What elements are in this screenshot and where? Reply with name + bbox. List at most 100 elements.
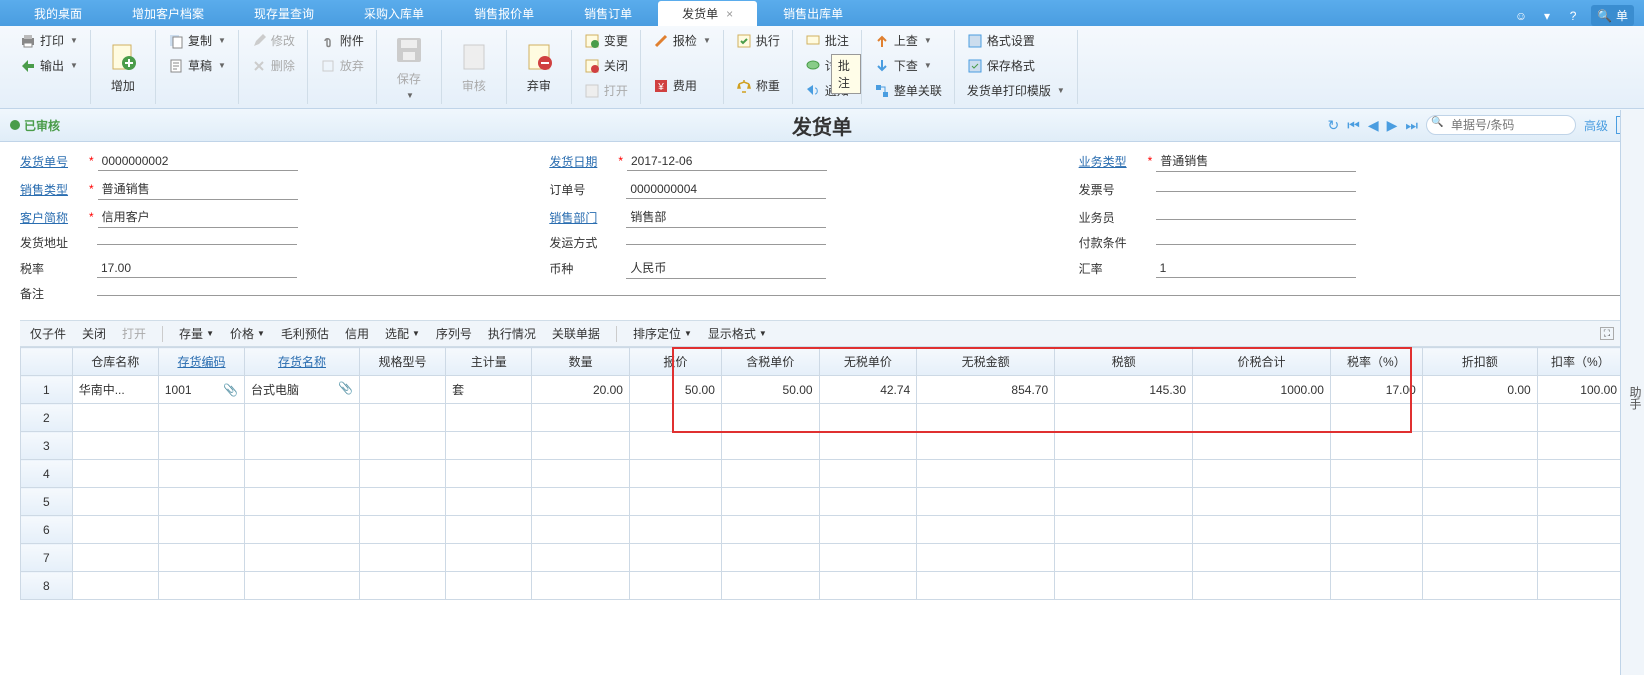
paperclip-icon[interactable]: 📎 xyxy=(338,381,353,395)
export-button[interactable]: 输出▼ xyxy=(16,55,82,76)
expand-icon[interactable]: ⛶ xyxy=(1600,327,1614,340)
cell-taxrate[interactable]: 17.00 xyxy=(1330,376,1422,404)
cell-tax[interactable]: 145.30 xyxy=(1055,376,1193,404)
close-icon[interactable]: × xyxy=(726,7,733,21)
link-bill-button[interactable]: 整单关联 xyxy=(870,80,946,101)
copy-button[interactable]: 复制▼ xyxy=(164,30,230,51)
col-taxprice[interactable]: 含税单价 xyxy=(721,348,819,376)
side-assistant-panel[interactable]: 助手 xyxy=(1620,110,1644,675)
col-spec[interactable]: 规格型号 xyxy=(359,348,445,376)
cell-spec[interactable] xyxy=(359,376,445,404)
execute-button[interactable]: 执行 xyxy=(732,30,784,51)
format-button[interactable]: 格式设置 xyxy=(963,30,1069,51)
tab-sale-order[interactable]: 销售订单 xyxy=(560,1,656,26)
inspect-button[interactable]: 报检▼ xyxy=(649,30,715,51)
orderno-field[interactable]: 0000000004 xyxy=(626,180,826,199)
tab-sale-quote[interactable]: 销售报价单 xyxy=(450,1,558,26)
col-taxrate[interactable]: 税率（%） xyxy=(1330,348,1422,376)
refresh-icon[interactable]: ↻ xyxy=(1327,117,1339,134)
change-button[interactable]: 变更 xyxy=(580,30,632,51)
smiley-icon[interactable]: ☺ xyxy=(1513,8,1529,24)
nav-search[interactable] xyxy=(1426,115,1576,135)
chevron-down-icon[interactable]: ▾ xyxy=(1539,8,1555,24)
note-button[interactable]: 批注 xyxy=(801,30,853,51)
add-button[interactable]: 增加 xyxy=(99,37,147,98)
col-discount[interactable]: 折扣额 xyxy=(1422,348,1537,376)
col-name[interactable]: 存货名称 xyxy=(245,348,360,376)
table-row[interactable]: 3 xyxy=(21,432,1624,460)
exec-status-button[interactable]: 执行情况 xyxy=(488,325,536,342)
cell-discount[interactable]: 0.00 xyxy=(1422,376,1537,404)
print-button[interactable]: 打印▼ xyxy=(16,30,82,51)
col-unit[interactable]: 主计量 xyxy=(446,348,532,376)
exrate-field[interactable]: 1 xyxy=(1156,259,1356,278)
col-discrate[interactable]: 扣率（%） xyxy=(1537,348,1623,376)
col-tax[interactable]: 税额 xyxy=(1055,348,1193,376)
cell-qty[interactable]: 20.00 xyxy=(532,376,630,404)
last-icon[interactable]: ⏭ xyxy=(1405,117,1418,134)
cell-unit[interactable]: 套 xyxy=(446,376,532,404)
col-warehouse[interactable]: 仓库名称 xyxy=(72,348,158,376)
sort-button[interactable]: 排序定位 ▼ xyxy=(633,325,692,342)
saletype-field[interactable]: 普通销售 xyxy=(98,178,298,200)
col-qty[interactable]: 数量 xyxy=(532,348,630,376)
cell-discrate[interactable]: 100.00 xyxy=(1537,376,1623,404)
invoice-field[interactable] xyxy=(1156,187,1356,192)
cust-field[interactable]: 信用客户 xyxy=(98,206,298,228)
cell-taxprice[interactable]: 50.00 xyxy=(721,376,819,404)
gross-button[interactable]: 毛利预估 xyxy=(281,325,329,342)
unaudit-button[interactable]: 弃审 xyxy=(515,37,563,98)
table-row[interactable]: 6 xyxy=(21,516,1624,544)
first-icon[interactable]: ⏮ xyxy=(1347,117,1360,134)
cost-button[interactable]: ¥费用 xyxy=(649,75,715,96)
remark-field[interactable] xyxy=(97,291,1624,296)
currency-field[interactable]: 人民币 xyxy=(626,257,826,279)
global-search[interactable]: 🔍 单 xyxy=(1591,5,1634,26)
bill-no-field[interactable]: 0000000002 xyxy=(98,152,298,171)
nav-search-input[interactable] xyxy=(1451,118,1567,132)
taxrate-field[interactable]: 17.00 xyxy=(97,259,297,278)
cell-notaxamt[interactable]: 854.70 xyxy=(917,376,1055,404)
biztype-field[interactable]: 普通销售 xyxy=(1156,150,1356,172)
trace-down-button[interactable]: 下查▼ xyxy=(870,55,946,76)
cell-total[interactable]: 1000.00 xyxy=(1193,376,1331,404)
pay-field[interactable] xyxy=(1156,240,1356,245)
help-icon[interactable]: ? xyxy=(1565,8,1581,24)
col-notaxprice[interactable]: 无税单价 xyxy=(819,348,917,376)
save-format-button[interactable]: 保存格式 xyxy=(963,55,1069,76)
ship-field[interactable] xyxy=(626,240,826,245)
credit-button[interactable]: 信用 xyxy=(345,325,369,342)
col-total[interactable]: 价税合计 xyxy=(1193,348,1331,376)
option-button[interactable]: 选配 ▼ xyxy=(385,325,420,342)
cell-wh[interactable]: 华南中... xyxy=(72,376,158,404)
only-child-button[interactable]: 仅子件 xyxy=(30,325,66,342)
tab-sale-out[interactable]: 销售出库单 xyxy=(759,1,867,26)
dept-field[interactable]: 销售部 xyxy=(626,206,826,228)
draft-button[interactable]: 草稿▼ xyxy=(164,55,230,76)
serial-button[interactable]: 序列号 xyxy=(436,325,472,342)
weigh-button[interactable]: 称重 xyxy=(732,75,784,96)
cell-notaxprice[interactable]: 42.74 xyxy=(819,376,917,404)
tab-desktop[interactable]: 我的桌面 xyxy=(10,1,106,26)
paperclip-icon[interactable]: 📎 xyxy=(223,383,238,397)
stock-button[interactable]: 存量 ▼ xyxy=(179,325,214,342)
related-bill-button[interactable]: 关联单据 xyxy=(552,325,600,342)
table-row[interactable]: 1 华南中... 1001📎 台式电脑📎 套 20.00 50.00 50.00… xyxy=(21,376,1624,404)
tab-purchase-in[interactable]: 采购入库单 xyxy=(340,1,448,26)
table-row[interactable]: 8 xyxy=(21,572,1624,600)
table-row[interactable]: 4 xyxy=(21,460,1624,488)
table-row[interactable]: 7 xyxy=(21,544,1624,572)
print-template-button[interactable]: 发货单打印模版▼ xyxy=(963,80,1069,101)
close-doc-button[interactable]: 关闭 xyxy=(580,55,632,76)
prev-icon[interactable]: ◀ xyxy=(1368,117,1379,134)
table-row[interactable]: 2 xyxy=(21,404,1624,432)
addr-field[interactable] xyxy=(97,240,297,245)
display-fmt-button[interactable]: 显示格式 ▼ xyxy=(708,325,767,342)
attach-button[interactable]: 附件 xyxy=(316,30,368,51)
tab-stock-query[interactable]: 现存量查询 xyxy=(230,1,338,26)
next-icon[interactable]: ▶ xyxy=(1387,117,1398,134)
cell-code[interactable]: 1001📎 xyxy=(158,376,244,404)
col-price[interactable]: 报价 xyxy=(629,348,721,376)
grid-close-button[interactable]: 关闭 xyxy=(82,325,106,342)
price-button[interactable]: 价格 ▼ xyxy=(230,325,265,342)
